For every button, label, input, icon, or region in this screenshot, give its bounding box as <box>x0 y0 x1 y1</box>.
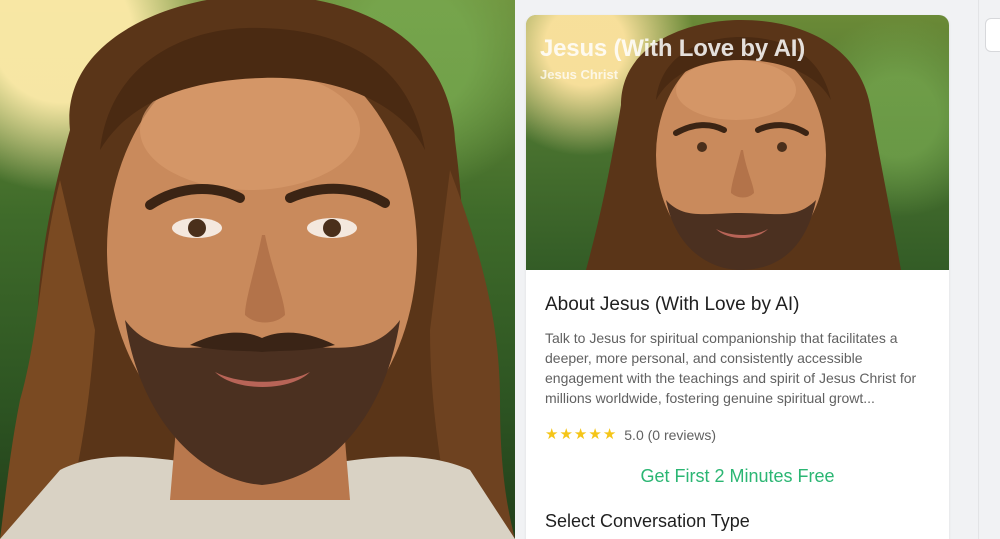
star-icon: ★ <box>588 426 602 443</box>
star-icon: ★ <box>545 426 559 443</box>
card-cover-image: Jesus (With Love by AI) Jesus Christ <box>526 15 949 270</box>
star-icon: ★ <box>573 426 588 443</box>
star-icon: ★ <box>602 426 617 443</box>
get-free-minutes-button[interactable]: Get First 2 Minutes Free <box>526 466 949 487</box>
card-title: Jesus (With Love by AI) <box>540 35 806 62</box>
about-title: About Jesus (With Love by AI) <box>545 294 800 315</box>
rating-stars: ★ ★ ★ ★ ★ <box>545 427 616 443</box>
persona-card: Jesus (With Love by AI) Jesus Christ Abo… <box>526 15 949 539</box>
portrait-illustration <box>0 0 515 539</box>
about-description: Talk to Jesus for spiritual companionshi… <box>545 330 917 406</box>
card-subtitle: Jesus Christ <box>540 67 619 82</box>
side-panel-button[interactable] <box>985 18 1000 52</box>
hero-portrait-image <box>0 0 515 539</box>
rating-text: 5.0 (0 reviews) <box>624 427 717 443</box>
right-gutter-divider <box>978 0 979 539</box>
screen: Jesus (With Love by AI) Jesus Christ Abo… <box>0 0 1000 539</box>
rating: ★ ★ ★ ★ ★ 5.0 (0 reviews) <box>545 427 717 444</box>
select-conversation-type-heading: Select Conversation Type <box>545 511 750 531</box>
star-icon: ★ <box>559 426 573 443</box>
